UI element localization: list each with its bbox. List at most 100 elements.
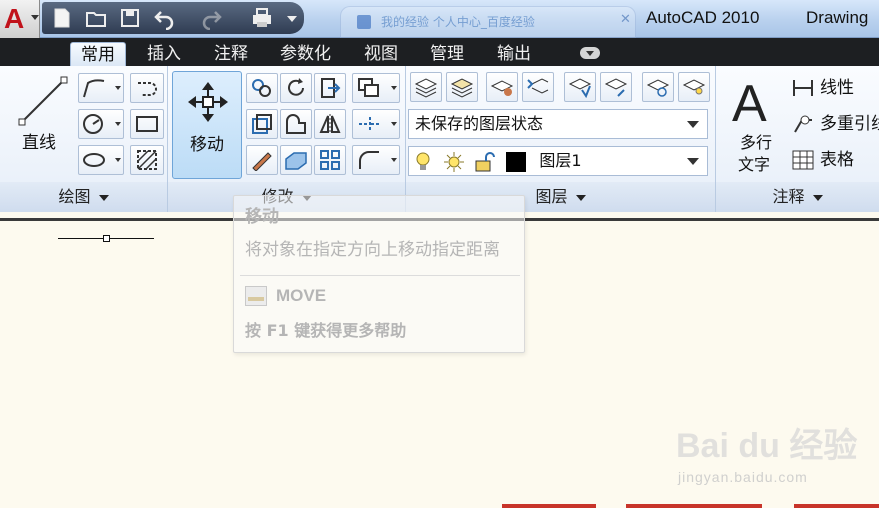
table-icon bbox=[792, 150, 814, 170]
save-icon[interactable] bbox=[118, 6, 142, 30]
ellipse-icon bbox=[83, 153, 105, 167]
offset-icon bbox=[359, 151, 379, 169]
arc-button[interactable] bbox=[130, 73, 164, 103]
polyline-button[interactable] bbox=[78, 73, 124, 103]
layer-previous-button[interactable] bbox=[522, 72, 554, 102]
chevron-down-icon[interactable] bbox=[389, 146, 399, 174]
baidu-watermark: Bai du 经验 jingyan.baidu.com bbox=[676, 426, 876, 496]
ribbon: 直线 绘图 移动 未保存的图层状态 图层1 图层 A 多行 文字 线性 多重引 … bbox=[0, 66, 879, 212]
scale-button[interactable] bbox=[280, 145, 312, 175]
linear-dimension-button[interactable]: 线性 bbox=[792, 76, 854, 100]
copy-button[interactable] bbox=[246, 73, 278, 103]
layer-order-button[interactable] bbox=[352, 73, 400, 103]
layer-off-button[interactable] bbox=[678, 72, 710, 102]
layer-freeze-button[interactable] bbox=[642, 72, 674, 102]
close-icon: ✕ bbox=[620, 12, 631, 27]
layer-unisolate-button[interactable] bbox=[600, 72, 632, 102]
tab-insert[interactable]: 插入 bbox=[147, 42, 181, 66]
drawing-title: Drawing bbox=[806, 8, 869, 27]
rotate-button[interactable] bbox=[280, 73, 312, 103]
qat-customize-icon[interactable] bbox=[280, 6, 297, 30]
annotation-panel-footer[interactable]: 注释 bbox=[716, 182, 879, 212]
annotation-panel: A 多行 文字 线性 多重引线 表格 注释 bbox=[716, 66, 879, 212]
quick-access-toolbar bbox=[42, 2, 304, 34]
array-button[interactable] bbox=[314, 145, 346, 175]
taskbar-strip bbox=[794, 504, 879, 508]
lock-icon[interactable] bbox=[473, 151, 497, 173]
redo-icon[interactable] bbox=[200, 6, 224, 31]
mtext-label-line2: 文字 bbox=[737, 155, 770, 174]
layer-state-button[interactable] bbox=[446, 72, 478, 102]
tab-manage[interactable]: 管理 bbox=[430, 42, 464, 66]
circle-button[interactable] bbox=[78, 109, 124, 139]
chevron-down-icon[interactable] bbox=[113, 146, 123, 174]
layer-dropdown[interactable]: 图层1 bbox=[408, 146, 708, 176]
layer-color-swatch bbox=[506, 151, 527, 172]
chevron-down-icon[interactable] bbox=[389, 74, 399, 102]
layer-isolate-icon bbox=[568, 78, 592, 98]
polyline-icon bbox=[83, 79, 105, 98]
application-menu-button[interactable]: A bbox=[0, 0, 40, 38]
open-icon[interactable] bbox=[84, 6, 108, 30]
mirror-button[interactable] bbox=[314, 109, 346, 139]
tab-parametric[interactable]: 参数化 bbox=[280, 42, 331, 66]
fillet-button[interactable] bbox=[280, 109, 312, 139]
sun-icon[interactable] bbox=[442, 151, 466, 173]
move-label: 移动 bbox=[190, 135, 224, 155]
chevron-down-icon[interactable] bbox=[113, 74, 123, 102]
move-button[interactable]: 移动 bbox=[172, 71, 242, 179]
bulb-off-icon bbox=[682, 79, 706, 95]
scale-icon bbox=[285, 152, 307, 170]
trim-button[interactable] bbox=[314, 73, 346, 103]
linear-dimension-icon bbox=[792, 78, 814, 98]
break-icon bbox=[359, 117, 381, 131]
chevron-down-icon bbox=[687, 121, 699, 128]
hatch-button[interactable] bbox=[130, 145, 164, 175]
layer-isolate-button[interactable] bbox=[564, 72, 596, 102]
plot-icon[interactable] bbox=[250, 6, 274, 30]
linear-label: 线性 bbox=[820, 78, 854, 98]
undo-icon[interactable] bbox=[152, 6, 176, 31]
multileader-label: 多重引线 bbox=[820, 114, 879, 134]
layer-properties-icon bbox=[414, 78, 438, 98]
stretch-button[interactable] bbox=[246, 109, 278, 139]
layers-panel-title: 图层 bbox=[535, 187, 568, 206]
chevron-down-icon[interactable] bbox=[389, 110, 399, 138]
tab-home[interactable]: 常用 bbox=[70, 42, 126, 66]
ribbon-minimize-button[interactable] bbox=[580, 47, 600, 59]
background-tab-title: 我的经验 个人中心_百度经验 bbox=[381, 15, 535, 29]
new-icon[interactable] bbox=[50, 6, 74, 30]
command-icon bbox=[245, 286, 267, 306]
tooltip-divider bbox=[240, 275, 520, 276]
rectangle-button[interactable] bbox=[130, 109, 164, 139]
watermark-brand: Bai du 经验 bbox=[676, 427, 858, 465]
ellipse-button[interactable] bbox=[78, 145, 124, 175]
ribbon-tab-bar: 常用 插入 注释 参数化 视图 管理 输出 bbox=[0, 38, 879, 66]
line-button[interactable]: 直线 bbox=[6, 70, 72, 174]
multileader-button[interactable]: 多重引线 bbox=[792, 112, 879, 136]
draw-panel-footer[interactable]: 绘图 bbox=[0, 182, 167, 212]
bulb-icon[interactable] bbox=[413, 151, 433, 173]
table-button[interactable]: 表格 bbox=[792, 148, 854, 172]
chevron-down-icon bbox=[575, 194, 586, 201]
line-label: 直线 bbox=[22, 133, 56, 153]
line-grip[interactable] bbox=[103, 235, 110, 242]
table-label: 表格 bbox=[820, 150, 854, 170]
autocad-logo-icon: A bbox=[4, 3, 25, 34]
layer-properties-button[interactable] bbox=[410, 72, 442, 102]
tab-output[interactable]: 输出 bbox=[497, 42, 531, 66]
tab-annotate[interactable]: 注释 bbox=[214, 42, 248, 66]
page-icon bbox=[357, 15, 371, 29]
tooltip-help: 按 F1 键获得更多帮助 bbox=[245, 321, 407, 340]
annotation-panel-title: 注释 bbox=[772, 187, 805, 206]
offset-button[interactable] bbox=[352, 145, 400, 175]
layer-unisolate-icon bbox=[604, 78, 628, 97]
layer-state-dropdown[interactable]: 未保存的图层状态 bbox=[408, 109, 708, 139]
mtext-button[interactable]: A 多行 文字 bbox=[722, 68, 790, 178]
erase-button[interactable] bbox=[246, 145, 278, 175]
chevron-down-icon[interactable] bbox=[113, 110, 123, 138]
circle-icon bbox=[83, 114, 103, 134]
tab-view[interactable]: 视图 bbox=[364, 42, 398, 66]
match-layer-button[interactable] bbox=[486, 72, 518, 102]
break-button[interactable] bbox=[352, 109, 400, 139]
